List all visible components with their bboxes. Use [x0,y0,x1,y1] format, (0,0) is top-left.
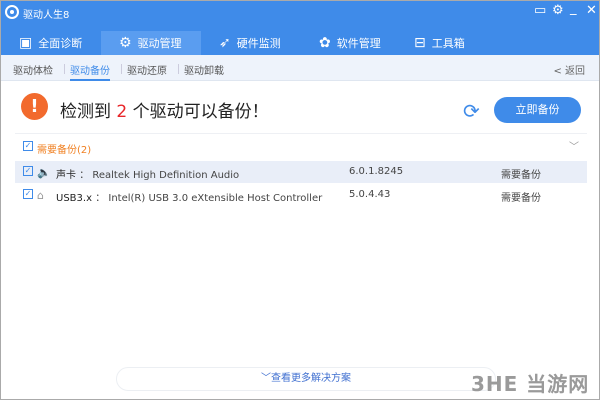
feedback-icon[interactable]: ▭ [534,3,546,18]
back-button[interactable]: < 返回 [553,62,585,77]
driver-version: 5.0.4.43 [349,189,391,200]
monitor-icon: ▣ [19,35,33,51]
gear-icon: ⚙ [119,35,132,51]
subnav-item-0[interactable]: 驱动体检 [13,62,53,77]
tab-label: 软件管理 [336,37,381,50]
driver-row[interactable]: ✓ 🔈 声卡 ： Realtek High Definition Audio 6… [15,161,587,183]
separator: ： [95,193,106,204]
tab-0[interactable]: ▣ 全面诊断 [1,31,101,55]
subnav-item-2[interactable]: 驱动还原 [127,62,167,77]
driver-status: 需要备份 [501,193,541,204]
driver-row[interactable]: ✓ ⌂ USB3.x ： Intel(R) USB 3.0 eXtensible… [15,184,587,206]
divider [121,64,122,74]
minimize-button[interactable]: _ [570,1,577,16]
tab-1[interactable]: ⚙ 驱动管理 [101,31,201,55]
driver-name: Intel(R) USB 3.0 eXtensible Host Control… [108,193,323,204]
subnav-item-1[interactable]: 驱动备份 [70,62,110,81]
tab-label: 硬件监测 [236,37,281,50]
app-window: 驱动人生8 ▭ ⚙ _ ✕ ▣ 全面诊断 ⚙ 驱动管理 ➶ 硬件监测 ✿ 软件管理 ⊟ 工具箱 <… [0,0,600,400]
refresh-icon[interactable]: ⟳ [463,99,480,123]
tab-label: 工具箱 [431,37,465,50]
app-logo-icon [5,5,19,19]
tab-label: 驱动管理 [137,37,182,50]
settings-icon[interactable]: ⚙ [552,3,564,18]
alert-icon: ! [21,93,48,120]
divider [15,133,587,134]
tab-2[interactable]: ➶ 硬件监测 [201,31,301,55]
backup-now-button[interactable]: 立即备份 [494,97,581,123]
headline-prefix: 检测到 [60,102,117,122]
driver-checkbox[interactable]: ✓ [23,166,33,176]
driver-checkbox[interactable]: ✓ [23,189,33,199]
app-title: 驱动人生8 [23,10,70,21]
subnav-item-3[interactable]: 驱动卸载 [184,62,224,77]
driver-type: 声卡 [56,170,76,181]
speaker-icon: 🔈 [37,166,51,179]
driver-status: 需要备份 [501,170,541,181]
rocket-icon: ➶ [219,35,231,51]
title-bar: 驱动人生8 ▭ ⚙ _ ✕ ▣ 全面诊断 ⚙ 驱动管理 ➶ 硬件监测 ✿ 软件管理 ⊟ 工具箱 [1,1,599,55]
more-solutions-button[interactable]: ﹀查看更多解决方案 [116,367,496,391]
usb-drive-icon: ⌂ [37,189,44,202]
detection-headline: 检测到 2 个驱动可以备份！ [60,97,269,122]
tab-label: 全面诊断 [38,37,83,50]
driver-type: USB3.x [56,193,92,204]
headline-suffix: 个驱动可以备份！ [127,102,269,122]
close-button[interactable]: ✕ [586,3,597,18]
flower-icon: ✿ [319,35,331,51]
sub-navigation: < 返回 驱动体检 驱动备份 驱动还原 驱动卸载 [1,55,599,81]
separator: ： [79,170,90,181]
driver-name: Realtek High Definition Audio [92,170,240,181]
toolbox-icon: ⊟ [414,35,426,51]
driver-count: 2 [116,102,128,122]
tab-3[interactable]: ✿ 软件管理 [301,31,401,55]
chevron-down-icon[interactable]: ﹀ [569,138,579,153]
driver-label: USB3.x ： Intel(R) USB 3.0 eXtensible Hos… [56,189,322,204]
watermark-logo: 3HE 当游网 [471,372,590,396]
divider [64,64,65,74]
driver-version: 6.0.1.8245 [349,166,404,177]
section-checkbox[interactable]: ✓ [23,141,33,151]
tab-4[interactable]: ⊟ 工具箱 [396,31,496,55]
section-label: 需要备份(2) [37,145,92,156]
driver-label: 声卡 ： Realtek High Definition Audio [56,166,239,181]
divider [178,64,179,74]
main-tabs: ▣ 全面诊断 ⚙ 驱动管理 ➶ 硬件监测 ✿ 软件管理 ⊟ 工具箱 [1,31,599,55]
